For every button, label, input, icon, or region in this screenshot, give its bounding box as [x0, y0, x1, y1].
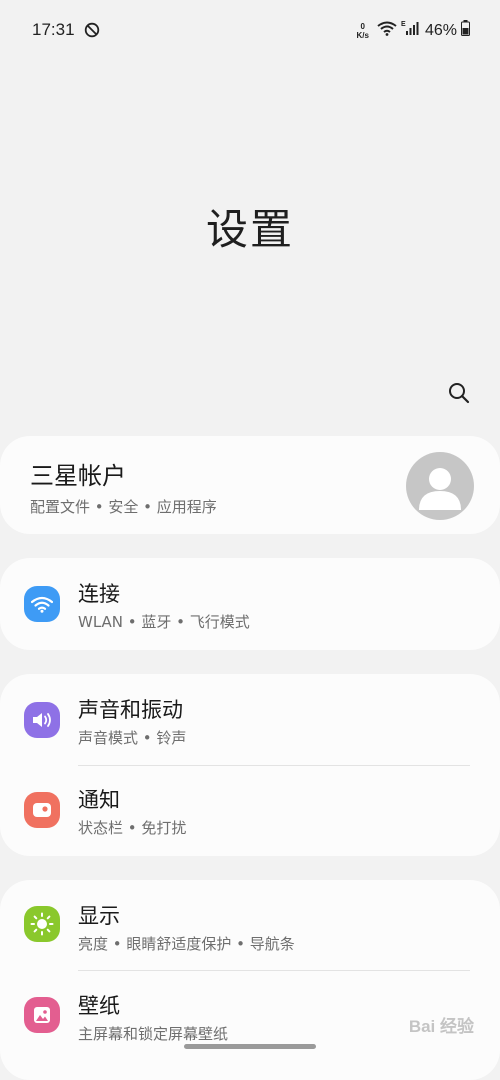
status-time: 17:31 — [32, 20, 75, 39]
battery-percent: 46% — [424, 21, 457, 39]
speaker-icon — [24, 702, 60, 738]
account-title: 三星帐户 — [30, 462, 126, 490]
network-speed: 0 K/s — [357, 22, 369, 40]
settings-item-title: 显示 — [78, 904, 120, 928]
settings-item-notifications[interactable]: 通知 状态栏 • 免打扰 — [0, 766, 500, 856]
settings-item-connections[interactable]: 连接 WLAN • 蓝牙 • 飞行模式 — [0, 558, 500, 648]
home-indicator[interactable] — [184, 1044, 316, 1049]
settings-item-title: 声音和振动 — [78, 698, 183, 722]
status-right: 0 K/s E 46% — [357, 20, 470, 41]
signal-icon: E — [401, 20, 419, 41]
settings-item-title: 壁纸 — [78, 994, 120, 1018]
brightness-icon — [24, 906, 60, 942]
page-title: 设置 — [205, 205, 294, 254]
avatar[interactable] — [406, 452, 474, 520]
account-subtitle: 配置文件 • 安全 • 应用程序 — [30, 498, 217, 516]
settings-item-display[interactable]: 显示 亮度 • 眼睛舒适度保护 • 导航条 — [0, 880, 500, 970]
network-speed-value: 0 — [360, 21, 365, 31]
settings-item-sound[interactable]: 声音和振动 声音模式 • 铃声 — [0, 674, 500, 764]
wifi-icon — [377, 20, 397, 41]
sound-notifications-card: 声音和振动 声音模式 • 铃声 通知 状态栏 • 免打扰 — [0, 674, 500, 856]
notification-icon — [24, 792, 60, 828]
settings-item-title: 通知 — [78, 788, 120, 812]
account-card[interactable]: 三星帐户 配置文件 • 安全 • 应用程序 — [0, 436, 500, 534]
connections-card: 连接 WLAN • 蓝牙 • 飞行模式 — [0, 558, 500, 650]
search-icon — [449, 383, 470, 404]
watermark: Bai 经验 — [408, 1017, 474, 1036]
search-button[interactable] — [444, 378, 474, 408]
settings-item-subtitle: 亮度 • 眼睛舒适度保护 • 导航条 — [78, 935, 295, 953]
settings-item-subtitle: 主屏幕和锁定屏幕壁纸 — [78, 1025, 229, 1043]
network-speed-unit: K/s — [356, 30, 369, 40]
wifi-icon — [24, 586, 60, 622]
settings-item-subtitle: WLAN • 蓝牙 • 飞行模式 — [78, 613, 250, 631]
status-bar: 17:31 0 K/s E 46% — [0, 0, 500, 64]
settings-item-subtitle: 声音模式 • 铃声 — [78, 729, 187, 747]
wallpaper-icon — [24, 997, 60, 1033]
settings-item-title: 连接 — [78, 582, 120, 606]
svg-text:E: E — [401, 21, 406, 28]
display-wallpaper-card: 显示 亮度 • 眼睛舒适度保护 • 导航条 壁纸 主屏幕和锁定屏幕壁纸 — [0, 880, 500, 1080]
do-not-disturb-icon — [84, 22, 100, 38]
battery-icon — [461, 20, 470, 41]
avatar-person-icon — [419, 468, 461, 510]
settings-item-subtitle: 状态栏 • 免打扰 — [78, 819, 187, 837]
